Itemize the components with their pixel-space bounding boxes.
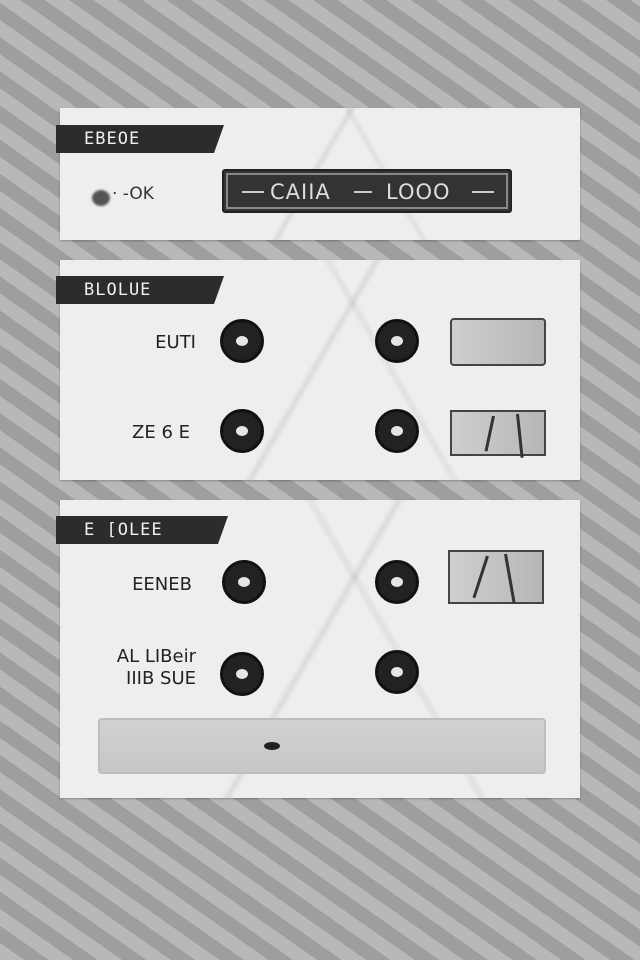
preview-thumbnail[interactable] (450, 318, 546, 366)
row-label: EENEB (132, 574, 192, 595)
dash-ornament (472, 191, 494, 193)
section-ribbon-label: EBEOE (56, 125, 224, 153)
radio-button[interactable] (375, 560, 419, 604)
radio-button[interactable] (222, 560, 266, 604)
radio-button[interactable] (375, 319, 419, 363)
preview-thumbnail[interactable] (450, 410, 546, 458)
row-label: ZE 6 E (132, 422, 190, 443)
section-ribbon-label: BLOLUE (56, 276, 224, 304)
status-dot-icon (92, 190, 110, 206)
radio-button[interactable] (375, 650, 419, 694)
dash-ornament (242, 191, 264, 193)
title-right-text: LOOO (386, 180, 451, 204)
preview-thumbnail[interactable] (448, 550, 544, 604)
row-label-line1: AL LIBeir (116, 646, 196, 667)
slider-track[interactable] (98, 718, 546, 774)
header-panel: EBEOE · -OK CAIIA LOOO (60, 108, 580, 240)
section-ribbon-label: E [OLEE (56, 516, 228, 544)
radio-button[interactable] (375, 409, 419, 453)
radio-button[interactable] (220, 409, 264, 453)
radio-button[interactable] (220, 319, 264, 363)
row-label-line2: IIIB SUE (126, 668, 196, 689)
ok-label: · -OK (112, 184, 154, 204)
options-panel: BLOLUE EUTI ZE 6 E (60, 260, 580, 480)
row-label: AL LIBeir IIIB SUE (117, 646, 196, 690)
title-button[interactable]: CAIIA LOOO (222, 169, 512, 213)
settings-panel: E [OLEE EENEB AL LIBeir IIIB SUE (60, 500, 580, 798)
slider-thumb[interactable] (264, 742, 280, 750)
radio-button[interactable] (220, 652, 264, 696)
row-label: EUTI (155, 332, 196, 353)
dash-ornament (354, 191, 372, 193)
title-left-text: CAIIA (270, 180, 331, 204)
